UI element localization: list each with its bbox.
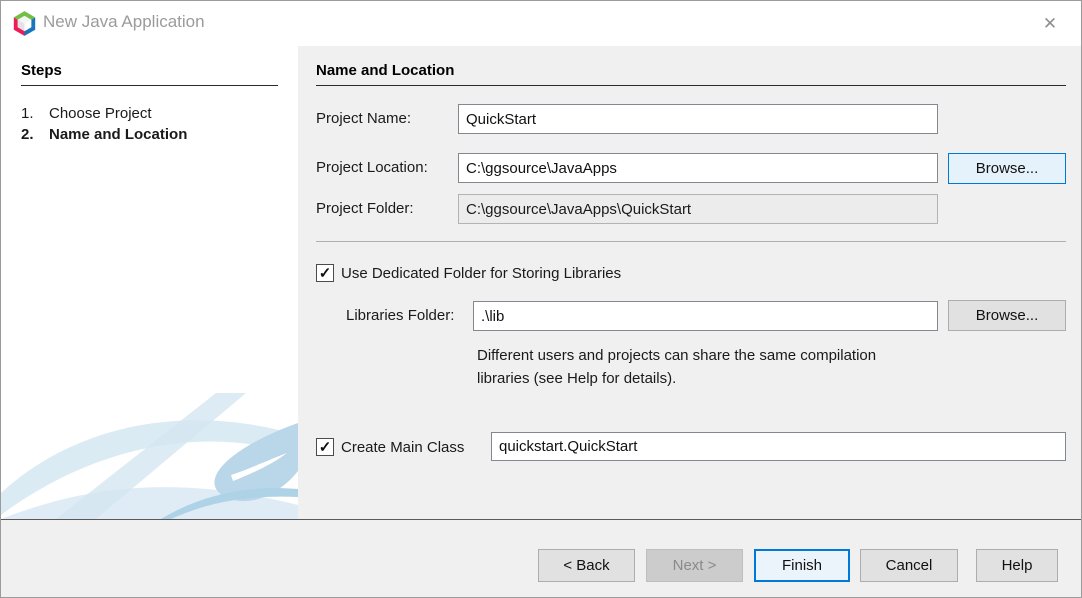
main-class-input[interactable] <box>491 432 1066 461</box>
cancel-button[interactable]: Cancel <box>860 549 958 582</box>
libraries-folder-label: Libraries Folder: <box>346 301 454 331</box>
create-main-class-label: Create Main Class <box>341 439 464 456</box>
step-label: Choose Project <box>49 105 152 122</box>
steps-header: Steps <box>21 62 278 86</box>
button-bar: < Back Next > Finish Cancel Help <box>1 519 1082 598</box>
hint-line-2: libraries (see Help for details). <box>477 367 876 390</box>
use-dedicated-folder-checkbox[interactable]: ✓ <box>316 264 334 282</box>
new-java-application-dialog: New Java Application ✕ Steps 1.Choose Pr… <box>0 0 1082 598</box>
decorative-swoosh <box>1 393 298 519</box>
browse-libraries-button[interactable]: Browse... <box>948 300 1066 331</box>
section-separator <box>316 241 1066 242</box>
step-number: 1. <box>21 105 49 122</box>
finish-button[interactable]: Finish <box>754 549 850 582</box>
steps-panel: Steps 1.Choose Project 2.Name and Locati… <box>1 46 298 519</box>
check-icon: ✓ <box>319 266 332 281</box>
name-and-location-panel: Name and Location Project Name: Project … <box>298 46 1082 519</box>
close-icon[interactable]: ✕ <box>1033 11 1067 37</box>
help-button[interactable]: Help <box>976 549 1058 582</box>
hint-line-1: Different users and projects can share t… <box>477 344 876 367</box>
project-name-label: Project Name: <box>316 104 411 134</box>
create-main-class-checkbox[interactable]: ✓ <box>316 438 334 456</box>
project-location-input[interactable] <box>458 153 938 183</box>
netbeans-logo-icon <box>11 10 38 37</box>
use-dedicated-folder-label: Use Dedicated Folder for Storing Librari… <box>341 265 621 282</box>
step-item-name-and-location: 2.Name and Location <box>21 126 187 143</box>
next-button: Next > <box>646 549 743 582</box>
back-button[interactable]: < Back <box>538 549 635 582</box>
step-label: Name and Location <box>49 126 187 143</box>
project-name-input[interactable] <box>458 104 938 134</box>
step-item-choose-project: 1.Choose Project <box>21 105 152 122</box>
titlebar: New Java Application ✕ <box>1 1 1081 46</box>
window-title: New Java Application <box>43 12 205 32</box>
libraries-folder-input[interactable] <box>473 301 938 331</box>
libraries-hint-text: Different users and projects can share t… <box>477 344 876 390</box>
project-location-label: Project Location: <box>316 153 428 183</box>
step-number: 2. <box>21 126 49 143</box>
browse-location-button[interactable]: Browse... <box>948 153 1066 184</box>
project-folder-label: Project Folder: <box>316 194 414 224</box>
panel-title: Name and Location <box>316 62 1066 86</box>
project-folder-field <box>458 194 938 224</box>
check-icon: ✓ <box>319 440 332 455</box>
